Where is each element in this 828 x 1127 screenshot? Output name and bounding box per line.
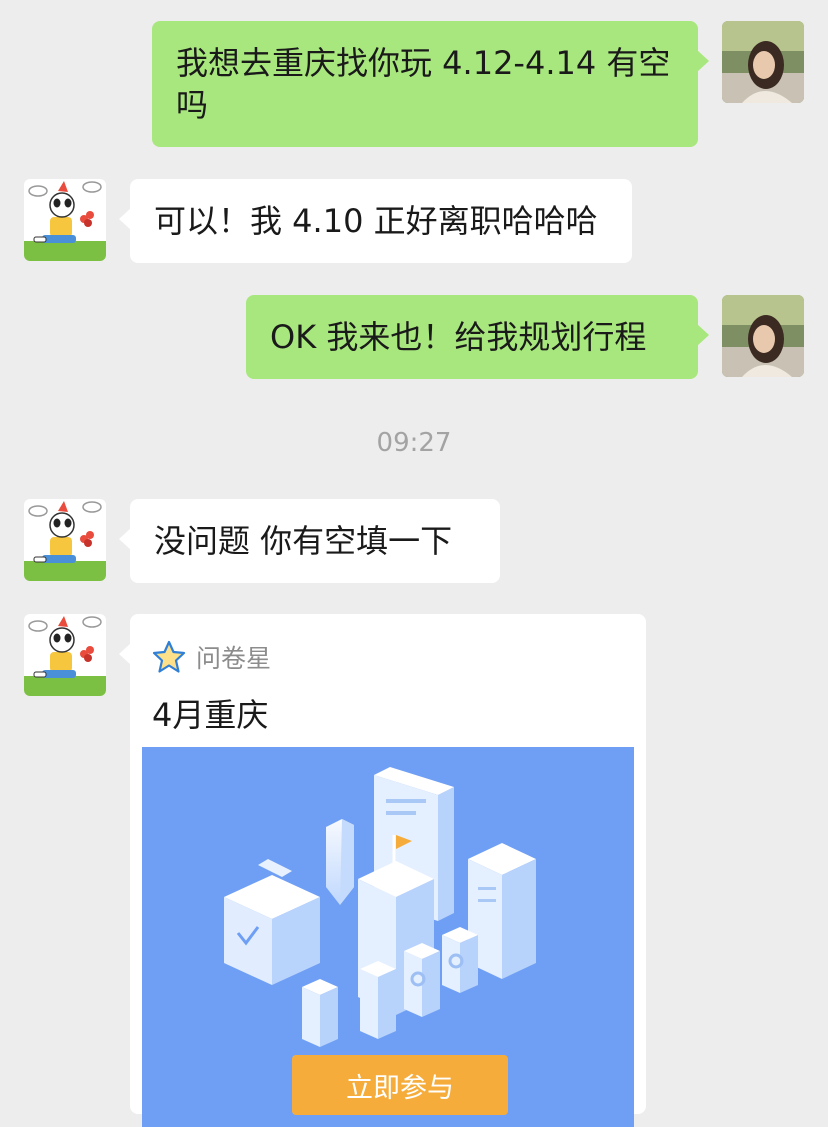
self-avatar[interactable] xyxy=(722,21,804,103)
message-bubble-friend[interactable]: 没问题 你有空填一下 xyxy=(119,499,500,583)
message-text: 可以！我 4.10 正好离职哈哈哈 xyxy=(154,202,598,240)
card-cover-image[interactable]: 立即参与 xyxy=(142,747,634,1127)
card-source: 问卷星 xyxy=(152,640,271,674)
star-icon xyxy=(152,640,186,673)
cartoon-avatar-image xyxy=(24,499,106,581)
self-avatar[interactable] xyxy=(722,295,804,377)
survey-card[interactable]: 问卷星 4月重庆 立即参与 xyxy=(119,614,646,1127)
portrait-image xyxy=(722,21,804,103)
message-bubble-friend[interactable]: 可以！我 4.10 正好离职哈哈哈 xyxy=(119,179,632,263)
cartoon-avatar-image xyxy=(24,179,106,261)
message-text: 我想去重庆找你玩 4.12-4.14 有空吗 xyxy=(176,44,671,124)
cartoon-avatar-image xyxy=(24,614,106,696)
portrait-image xyxy=(722,295,804,377)
friend-avatar[interactable] xyxy=(24,499,106,581)
message-timestamp: 09:27 xyxy=(376,428,452,458)
message-bubble-self[interactable]: OK 我来也！给我规划行程 xyxy=(246,295,709,379)
friend-avatar[interactable] xyxy=(24,614,106,696)
message-text: OK 我来也！给我规划行程 xyxy=(270,318,647,356)
join-survey-button[interactable]: 立即参与 xyxy=(292,1055,508,1115)
friend-avatar[interactable] xyxy=(24,179,106,261)
message-bubble-self[interactable]: 我想去重庆找你玩 4.12-4.14 有空吗 xyxy=(152,21,709,147)
card-source-name: 问卷星 xyxy=(196,644,272,673)
card-title: 4月重庆 xyxy=(152,696,269,734)
message-text: 没问题 你有空填一下 xyxy=(154,522,453,560)
